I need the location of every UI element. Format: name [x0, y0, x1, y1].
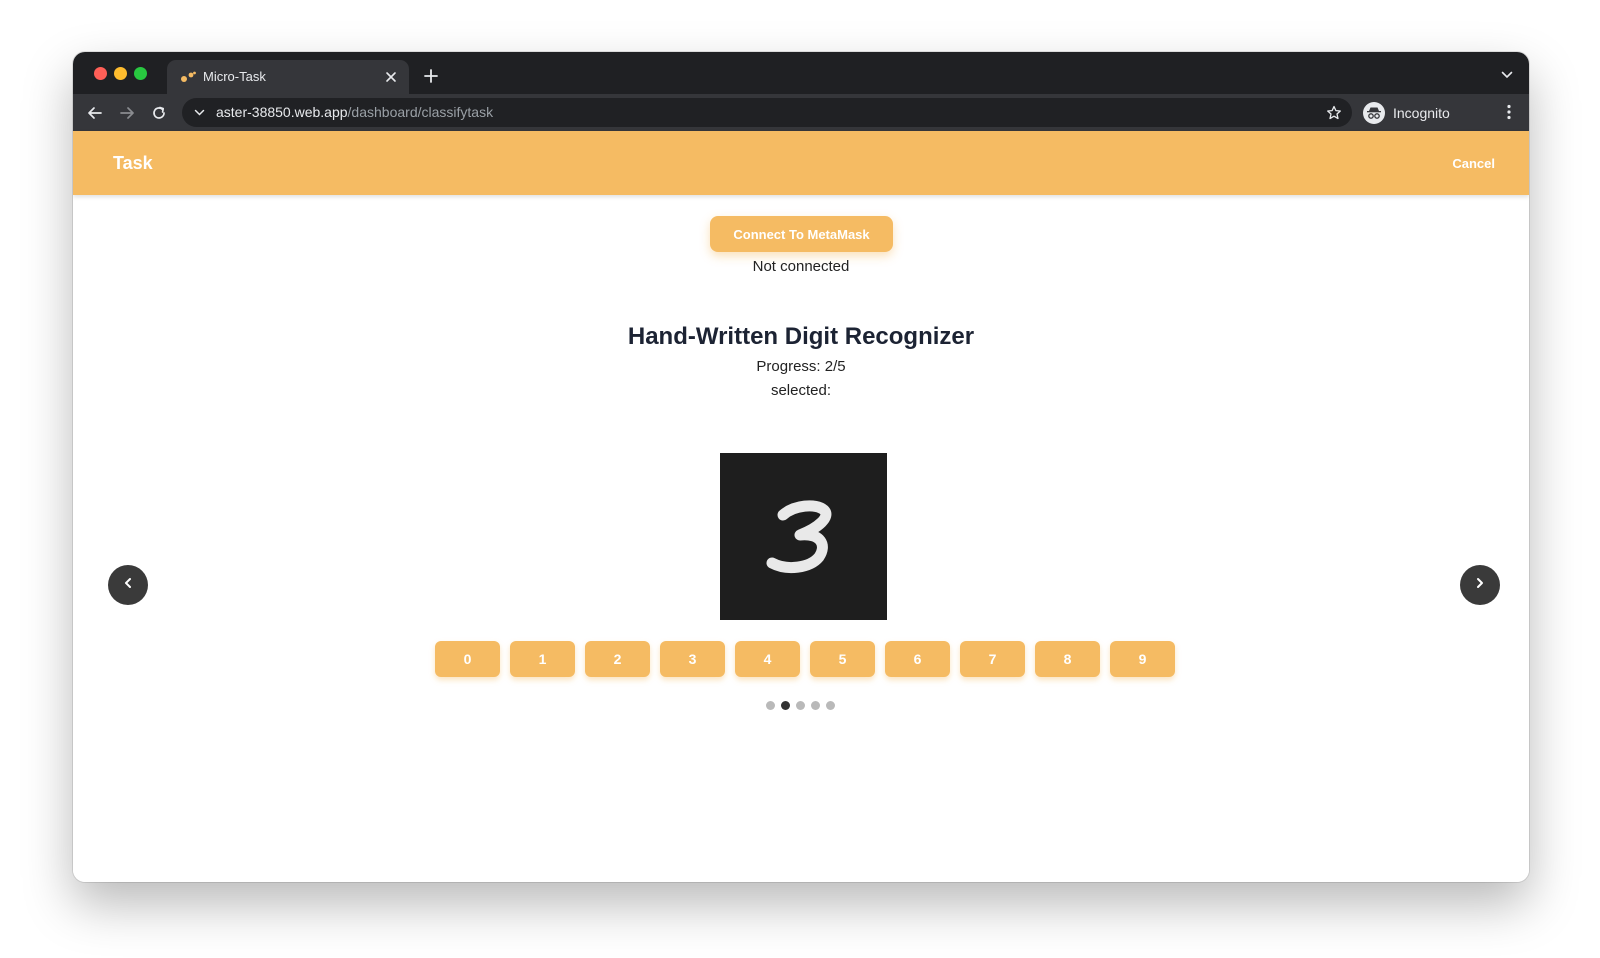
- url-text: aster-38850.web.app/dashboard/classifyta…: [216, 104, 493, 120]
- digit-button-9[interactable]: 9: [1110, 641, 1175, 677]
- carousel-dot-4[interactable]: [811, 701, 820, 710]
- reload-icon[interactable]: [148, 102, 170, 124]
- favicon-icon: [179, 70, 197, 84]
- chevron-left-icon: [122, 576, 134, 594]
- selected-label: selected:: [770, 382, 832, 399]
- minimize-window-button[interactable]: [114, 67, 127, 80]
- digit-button-7[interactable]: 7: [960, 641, 1025, 677]
- tab-title: Micro-Task: [203, 69, 266, 84]
- arrow-left-icon[interactable]: [84, 102, 106, 124]
- digit-button-1[interactable]: 1: [510, 641, 575, 677]
- digit-button-8[interactable]: 8: [1035, 641, 1100, 677]
- tab-strip: Micro-Task: [73, 52, 1529, 94]
- carousel-dot-5[interactable]: [826, 701, 835, 710]
- carousel-dot-2[interactable]: [781, 701, 790, 710]
- previous-slide-button[interactable]: [108, 565, 148, 605]
- star-icon[interactable]: [1325, 104, 1342, 121]
- carousel-dot-1[interactable]: [766, 701, 775, 710]
- close-window-button[interactable]: [94, 67, 107, 80]
- close-tab-icon[interactable]: [381, 67, 401, 87]
- progress-text: Progress: 2/5: [756, 358, 846, 375]
- carousel-dot-3[interactable]: [796, 701, 805, 710]
- digit-button-6[interactable]: 6: [885, 641, 950, 677]
- task-title: Hand-Written Digit Recognizer: [627, 323, 975, 350]
- site-info-chevron-icon[interactable]: [192, 106, 206, 120]
- connect-metamask-button[interactable]: Connect To MetaMask: [710, 216, 893, 252]
- page-title: Task: [113, 153, 153, 173]
- digit-button-2[interactable]: 2: [585, 641, 650, 677]
- cancel-button[interactable]: Cancel: [1452, 156, 1495, 171]
- address-bar[interactable]: aster-38850.web.app/dashboard/classifyta…: [182, 98, 1352, 127]
- digit-button-5[interactable]: 5: [810, 641, 875, 677]
- chevron-right-icon: [1474, 576, 1486, 594]
- carousel-indicators: [766, 701, 835, 710]
- connection-status: Not connected: [752, 258, 850, 275]
- url-host: aster-38850.web.app: [216, 104, 348, 120]
- incognito-label: Incognito: [1393, 105, 1450, 121]
- arrow-right-icon[interactable]: [116, 102, 138, 124]
- browser-toolbar: aster-38850.web.app/dashboard/classifyta…: [73, 94, 1529, 131]
- url-path: /dashboard/classifytask: [347, 104, 494, 120]
- new-tab-icon[interactable]: [421, 66, 441, 86]
- next-slide-button[interactable]: [1460, 565, 1500, 605]
- digit-button-3[interactable]: 3: [660, 641, 725, 677]
- digit-button-4[interactable]: 4: [735, 641, 800, 677]
- maximize-window-button[interactable]: [134, 67, 147, 80]
- browser-window: Micro-Task aster-38850.web.app/dashboard…: [73, 52, 1529, 882]
- incognito-icon: [1363, 102, 1385, 124]
- tab-search-chevron-icon[interactable]: [1499, 67, 1515, 83]
- app-bar: Task Cancel: [73, 131, 1529, 195]
- incognito-profile-button[interactable]: Incognito: [1363, 99, 1450, 127]
- browser-tab[interactable]: Micro-Task: [167, 60, 409, 94]
- digit-button-0[interactable]: 0: [435, 641, 500, 677]
- kebab-menu-icon[interactable]: [1501, 103, 1517, 121]
- digit-image: [720, 453, 887, 620]
- web-page: Task Cancel Connect To MetaMask Not conn…: [73, 131, 1529, 882]
- digit-button-row: 0 1 2 3 4 5 6 7 8 9: [435, 641, 1175, 677]
